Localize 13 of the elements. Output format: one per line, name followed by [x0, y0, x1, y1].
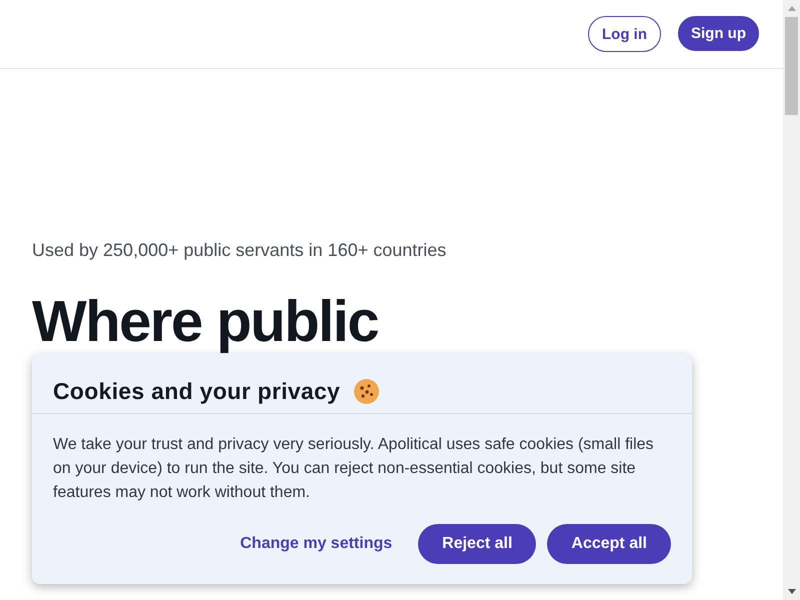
scrollbar-thumb[interactable] [785, 17, 798, 115]
signup-button[interactable]: Sign up [678, 16, 759, 51]
cookie-icon [354, 378, 380, 404]
settings-link[interactable]: Change my settings [240, 535, 392, 553]
up-arrow-icon [788, 6, 796, 11]
hero-heading: Where public [32, 290, 380, 354]
login-button[interactable]: Log in [588, 16, 661, 52]
banner-title: Cookies and your privacy [53, 378, 340, 404]
tagline: Used by 250,000+ public servants in 160+ countries [32, 239, 448, 262]
accept-button[interactable]: Accept all [547, 524, 671, 564]
reject-button[interactable]: Reject all [418, 524, 536, 564]
down-arrow-icon [788, 589, 796, 594]
banner-text: We take your trust and privacy very seriously. Apolitical uses safe cookies (small files on your device) to run the site. You can reject non-essential cookies, but some site features may not work without them. [52, 435, 655, 503]
